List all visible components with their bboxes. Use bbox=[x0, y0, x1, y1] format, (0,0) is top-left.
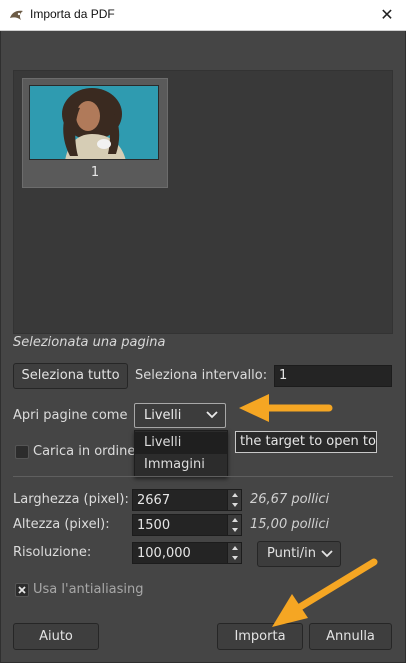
width-inches: 26,67 pollici bbox=[250, 492, 330, 507]
gimp-icon bbox=[10, 10, 23, 20]
open-pages-selected: Livelli bbox=[144, 408, 182, 423]
thumbnail-image bbox=[29, 85, 159, 160]
resolution-stepper[interactable] bbox=[227, 543, 241, 563]
height-spinbox[interactable]: 1500 bbox=[132, 514, 242, 536]
help-button[interactable]: Aiuto bbox=[13, 623, 99, 650]
load-in-order-checkbox[interactable] bbox=[15, 445, 29, 459]
target-field[interactable]: the target to open to bbox=[235, 431, 377, 453]
open-pages-label: Apri pagine come bbox=[13, 408, 128, 423]
page-thumbnail[interactable]: 1 bbox=[22, 78, 168, 188]
range-label: Seleziona intervallo: bbox=[135, 368, 268, 383]
select-all-button[interactable]: Seleziona tutto bbox=[13, 363, 128, 389]
width-value: 2667 bbox=[137, 493, 171, 508]
import-button[interactable]: Importa bbox=[217, 623, 303, 650]
height-value: 1500 bbox=[137, 518, 171, 533]
page-number: 1 bbox=[90, 165, 100, 180]
antialiasing-label: Usa l'antialiasing bbox=[33, 582, 144, 597]
antialiasing-checkbox[interactable] bbox=[15, 583, 29, 597]
cancel-button[interactable]: Annulla bbox=[309, 623, 392, 650]
dropdown-option-layers[interactable]: Livelli bbox=[135, 432, 227, 454]
resolution-unit-combo[interactable]: Punti/in bbox=[257, 541, 341, 567]
load-in-order-label: Carica in ordine bbox=[33, 444, 136, 459]
close-icon[interactable]: ✕ bbox=[376, 4, 398, 26]
separator bbox=[13, 476, 393, 477]
resolution-unit: Punti/in bbox=[267, 546, 317, 561]
resolution-value: 100,000 bbox=[137, 546, 191, 561]
window-title: Importa da PDF bbox=[30, 7, 115, 21]
width-label: Larghezza (pixel): bbox=[13, 492, 129, 507]
height-label: Altezza (pixel): bbox=[13, 517, 110, 532]
dropdown-option-images[interactable]: Immagini bbox=[135, 454, 227, 476]
open-pages-combo[interactable]: Livelli bbox=[134, 403, 226, 428]
chevron-down-icon bbox=[321, 550, 333, 558]
title-bar: Importa da PDF ✕ bbox=[0, 0, 406, 31]
height-inches: 15,00 pollici bbox=[250, 517, 330, 532]
width-stepper[interactable] bbox=[227, 490, 241, 510]
height-stepper[interactable] bbox=[227, 515, 241, 535]
width-spinbox[interactable]: 2667 bbox=[132, 489, 242, 511]
resolution-label: Risoluzione: bbox=[13, 545, 92, 560]
check-icon bbox=[18, 586, 26, 594]
resolution-spinbox[interactable]: 100,000 bbox=[132, 542, 242, 564]
range-input[interactable]: 1 bbox=[274, 365, 392, 387]
chevron-down-icon bbox=[206, 411, 218, 419]
open-pages-dropdown: Livelli Immagini bbox=[134, 430, 228, 477]
selection-status: Selezionata una pagina bbox=[13, 335, 166, 350]
